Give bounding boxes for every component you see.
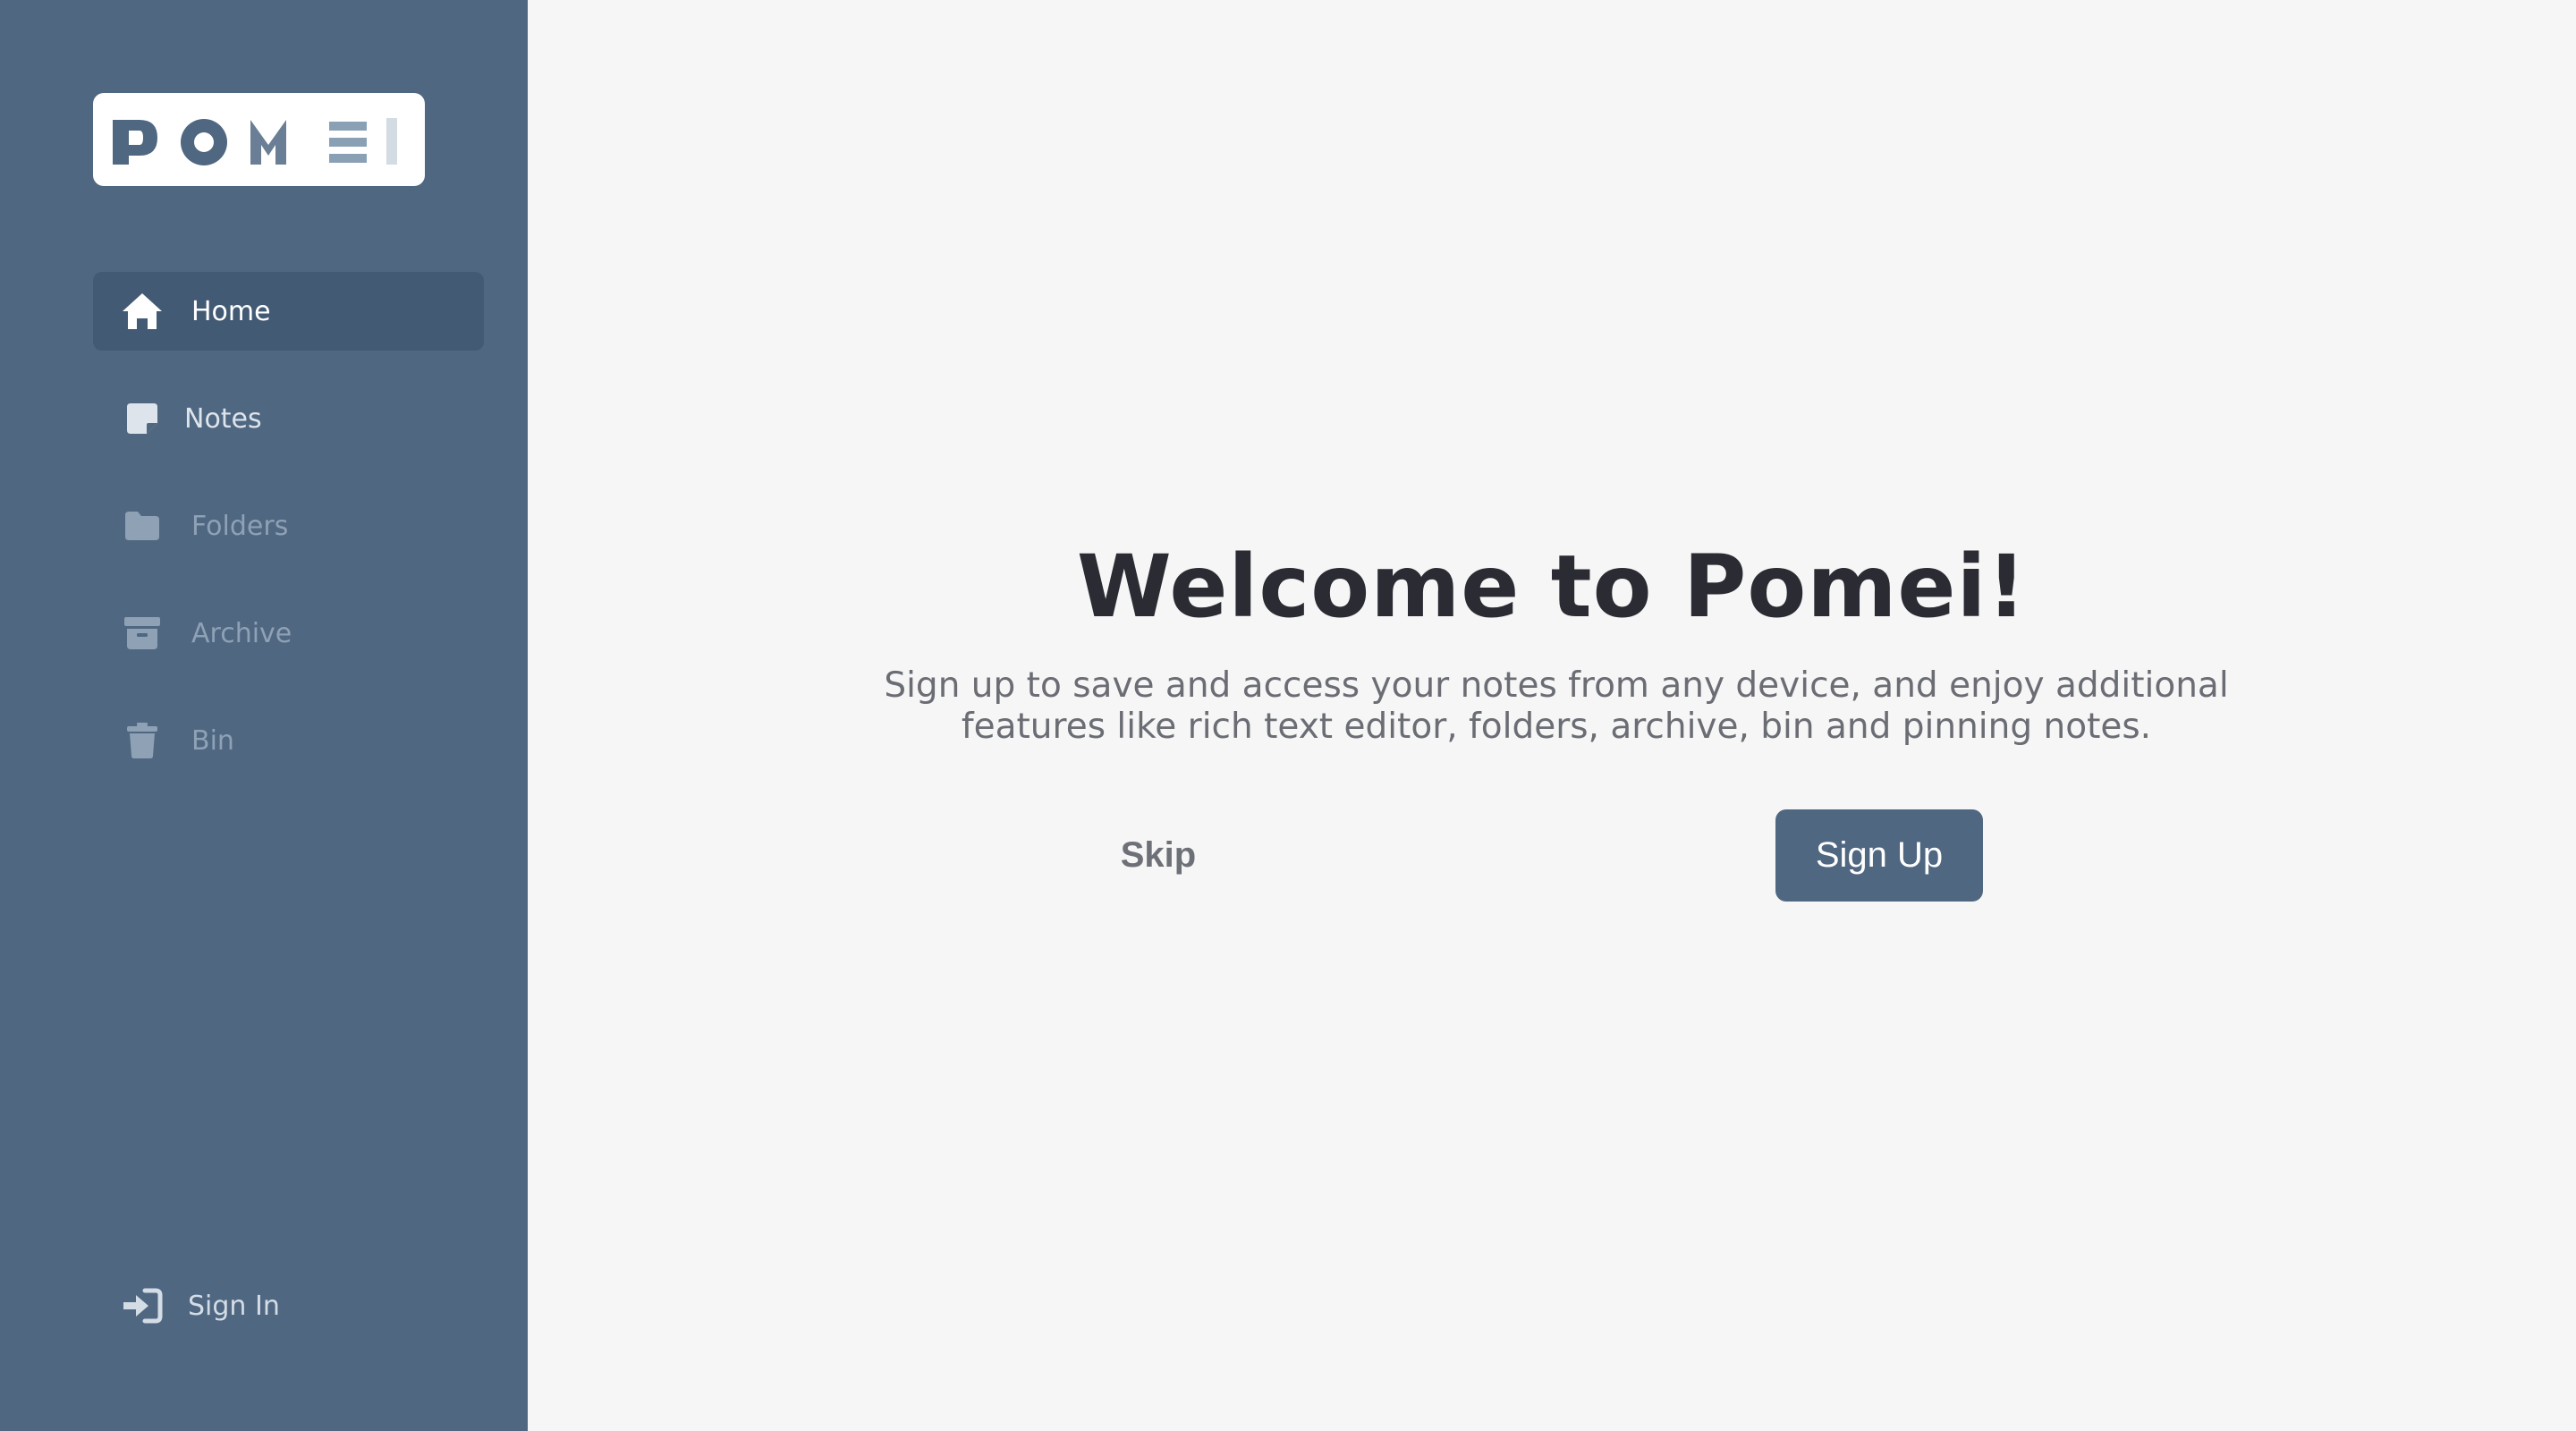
sidebar-item-home[interactable]: Home [93,272,484,351]
skip-button[interactable]: Skip [1082,809,1234,902]
pomei-logo-mark [113,118,397,165]
sidebar-item-label: Archive [191,617,292,649]
note-icon [120,396,165,441]
sidebar-item-bin[interactable]: Bin [93,701,484,780]
sidebar-item-label: Bin [191,724,234,757]
page-subtitle: Sign up to save and access your notes fr… [859,665,2254,748]
subtitle-line: Sign up to save and access your notes fr… [884,665,2229,706]
app-window: Home Notes Folders Archive Bin Sign In W… [0,0,2576,1431]
main-content: Welcome to Pomei! Sign up to save and ac… [528,0,2576,1431]
sidebar-item-sign-in[interactable]: Sign In [93,1266,484,1345]
sign-in-icon [120,1283,165,1328]
home-icon [120,289,165,334]
sidebar-signin-label: Sign In [188,1290,280,1322]
sidebar-item-label: Notes [184,402,262,435]
sidebar: Home Notes Folders Archive Bin Sign In [0,0,528,1431]
pomei-logo[interactable] [93,93,425,186]
sign-up-button[interactable]: Sign Up [1775,809,1983,902]
subtitle-line: features like rich text editor, folders,… [961,707,2152,747]
archive-icon [120,611,165,656]
sidebar-item-notes[interactable]: Notes [93,379,484,458]
folder-icon [120,504,165,548]
sidebar-item-label: Home [191,295,271,327]
page-title: Welcome to Pomei! [1076,537,2028,637]
sidebar-item-archive[interactable]: Archive [93,594,484,673]
sidebar-item-folders[interactable]: Folders [93,487,484,565]
trash-icon [120,718,165,763]
sidebar-item-label: Folders [191,510,289,542]
